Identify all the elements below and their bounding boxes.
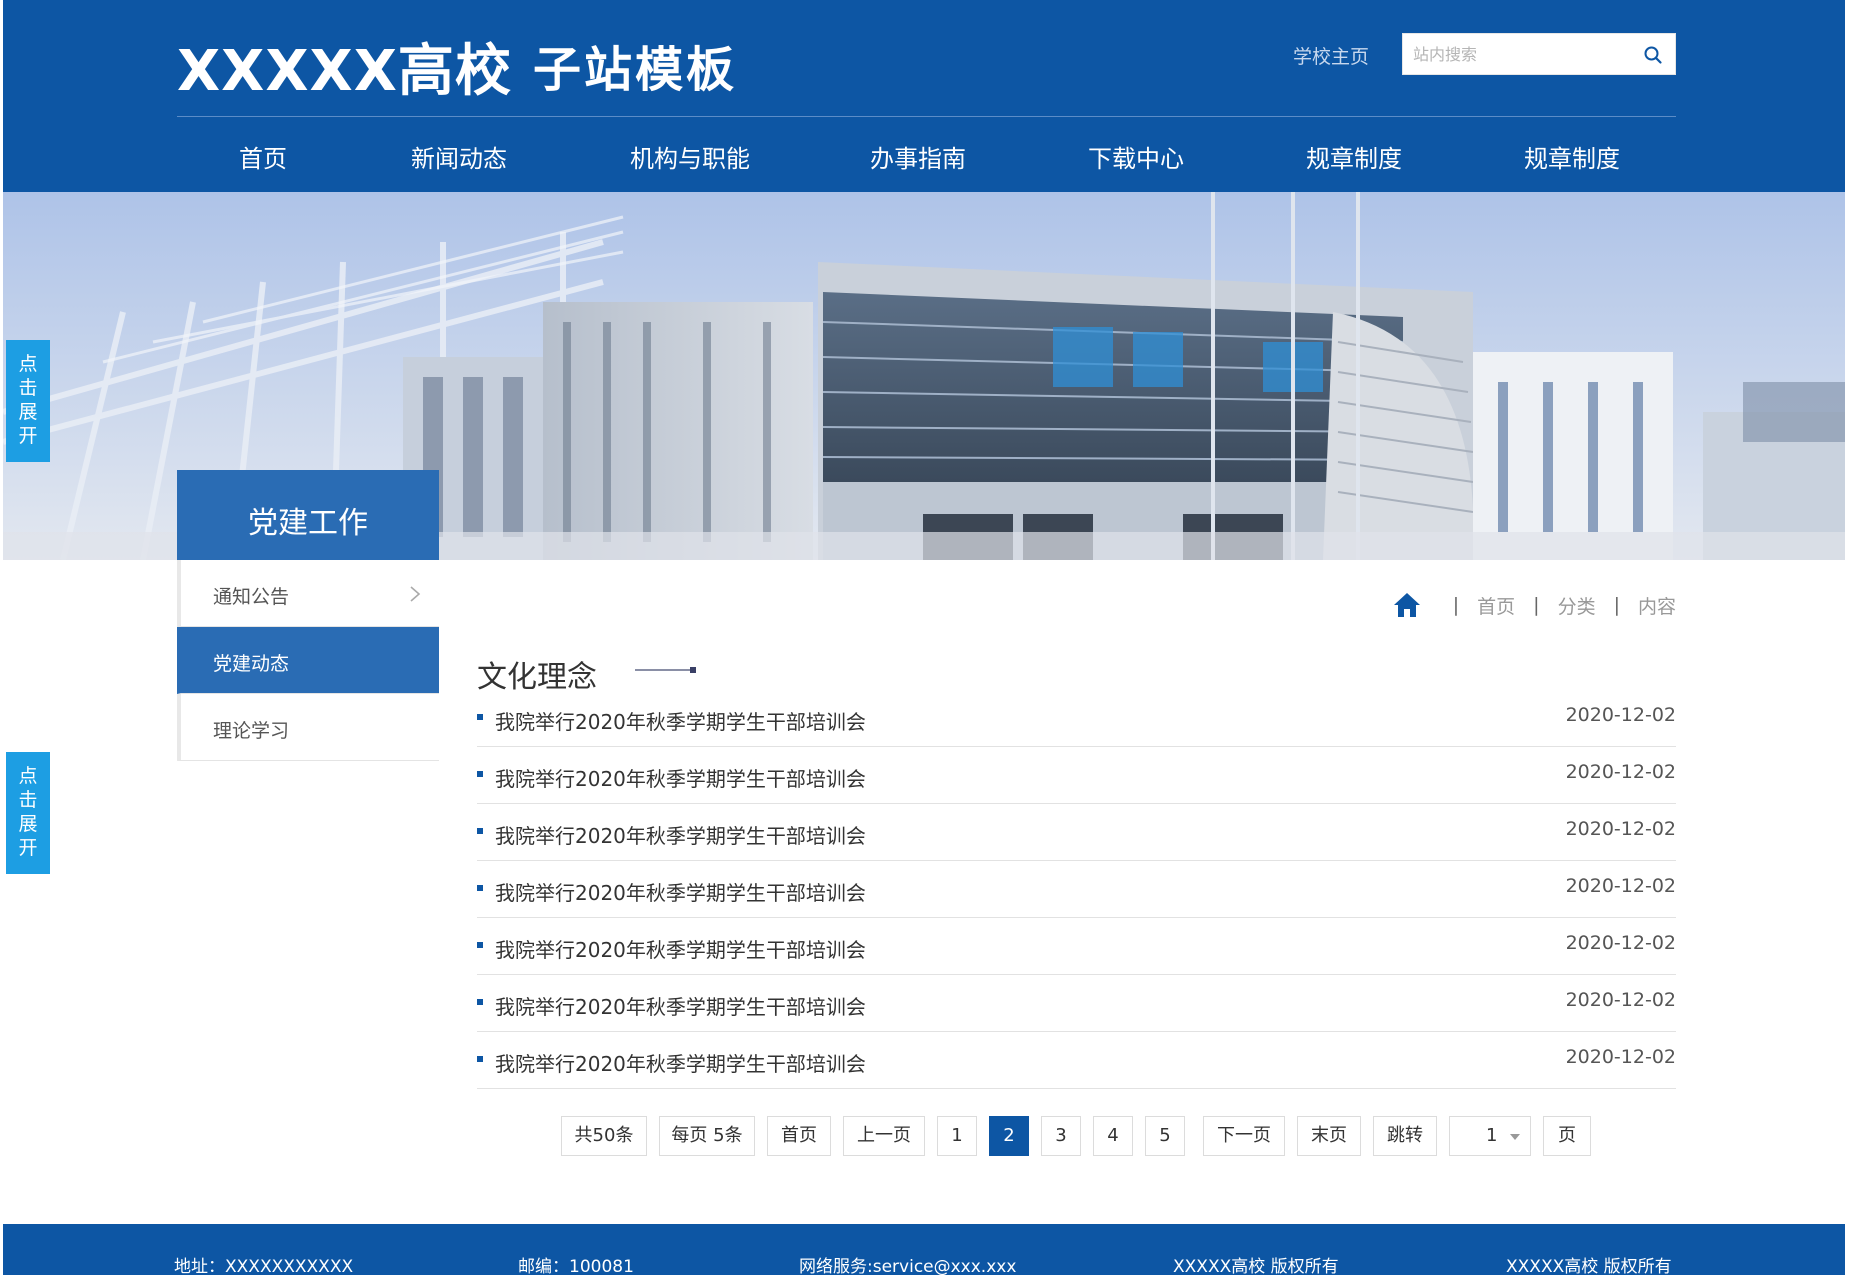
news-title[interactable]: 我院举行2020年秋季学期学生干部培训会 [495,934,866,963]
site-logo-subtitle: 子站模板 [533,42,738,98]
sidebar: 通知公告 党建动态 理论学习 [177,560,439,761]
news-date: 2020-12-02 [1565,704,1676,726]
sidebar-item-label: 通知公告 [213,586,290,608]
news-date: 2020-12-02 [1565,989,1676,1011]
footer-copyright: XXXXX高校 版权所有 [1173,1257,1339,1275]
breadcrumb-separator: | [1613,594,1620,616]
news-title[interactable]: 我院举行2020年秋季学期学生干部培训会 [495,820,866,849]
news-date: 2020-12-02 [1565,932,1676,954]
breadcrumb-home[interactable]: 首页 [1477,592,1515,619]
search-icon[interactable] [1643,45,1663,65]
pagination-page-4[interactable]: 4 [1093,1116,1133,1156]
page: XXXXX高校 子站模板 学校主页 首页 新闻动态 机构与职能 办事指南 下载中… [3,0,1845,1275]
site-logo[interactable]: XXXXX高校 [177,26,512,107]
pagination-select-value: 1 [1486,1125,1498,1146]
search-input[interactable] [1413,34,1633,74]
chevron-right-icon [410,586,421,602]
pagination-page-2[interactable]: 2 [989,1116,1029,1156]
pagination-page-suffix: 页 [1543,1116,1591,1156]
list-bullet [477,942,483,948]
breadcrumb-content[interactable]: 内容 [1638,592,1676,619]
list-item[interactable]: 我院举行2020年秋季学期学生干部培训会 2020-12-02 [477,861,1676,918]
pagination-last-button[interactable]: 末页 [1297,1116,1361,1156]
section-title-tab: 党建工作 [177,470,439,560]
sidebar-item-notices[interactable]: 通知公告 [177,560,439,627]
sidebar-item-party-news[interactable]: 党建动态 [177,627,439,694]
list-bullet [477,714,483,720]
news-title[interactable]: 我院举行2020年秋季学期学生干部培训会 [495,877,866,906]
caret-down-icon [1510,1134,1520,1140]
footer-address: 地址：XXXXXXXXXXX [174,1257,354,1275]
list-bullet [477,771,483,777]
pagination-prev-button[interactable]: 上一页 [843,1116,925,1156]
footer-postcode: 邮编：100081 [518,1257,634,1275]
sidebar-item-label: 党建动态 [213,653,290,675]
pagination-first-button[interactable]: 首页 [767,1116,831,1156]
nav-item-news[interactable]: 新闻动态 [411,139,507,174]
list-bullet [477,1056,483,1062]
pagination-page-select[interactable]: 1 [1449,1116,1531,1156]
news-date: 2020-12-02 [1565,1046,1676,1068]
breadcrumb: | 首页 | 分类 | 内容 [1393,590,1676,620]
nav-item-home[interactable]: 首页 [239,139,287,174]
news-date: 2020-12-02 [1565,761,1676,783]
sidebar-item-theory[interactable]: 理论学习 [177,694,439,761]
nav-item-regulations[interactable]: 规章制度 [1306,139,1402,174]
news-title[interactable]: 我院举行2020年秋季学期学生干部培训会 [495,1048,866,1077]
pagination-jump-button[interactable]: 跳转 [1373,1116,1437,1156]
nav-item-guide[interactable]: 办事指南 [870,139,966,174]
list-bullet [477,828,483,834]
news-title[interactable]: 我院举行2020年秋季学期学生干部培训会 [495,763,866,792]
footer-copyright-2: XXXXX高校 版权所有 [1506,1257,1672,1275]
site-footer: 地址：XXXXXXXXXXX 邮编：100081 网络服务:service@xx… [3,1224,1845,1275]
title-decoration [635,667,696,673]
list-item[interactable]: 我院举行2020年秋季学期学生干部培训会 2020-12-02 [477,690,1676,747]
news-title[interactable]: 我院举行2020年秋季学期学生干部培训会 [495,991,866,1020]
breadcrumb-separator: | [1533,594,1540,616]
news-date: 2020-12-02 [1565,875,1676,897]
list-item[interactable]: 我院举行2020年秋季学期学生干部培训会 2020-12-02 [477,918,1676,975]
pagination-page-1[interactable]: 1 [937,1116,977,1156]
nav-item-regulations-2[interactable]: 规章制度 [1524,139,1620,174]
list-item[interactable]: 我院举行2020年秋季学期学生干部培训会 2020-12-02 [477,975,1676,1032]
breadcrumb-category[interactable]: 分类 [1558,592,1596,619]
search-box [1402,33,1676,75]
list-bullet [477,885,483,891]
home-icon[interactable] [1393,592,1421,618]
list-bullet [477,999,483,1005]
pagination-total: 共50条 [561,1116,647,1156]
sidebar-item-label: 理论学习 [213,720,290,742]
list-item[interactable]: 我院举行2020年秋季学期学生干部培训会 2020-12-02 [477,1032,1676,1089]
list-item[interactable]: 我院举行2020年秋季学期学生干部培训会 2020-12-02 [477,747,1676,804]
news-list: 我院举行2020年秋季学期学生干部培训会 2020-12-02 我院举行2020… [477,690,1676,1089]
news-title[interactable]: 我院举行2020年秋季学期学生干部培训会 [495,706,866,735]
main-nav: 首页 新闻动态 机构与职能 办事指南 下载中心 规章制度 规章制度 [177,117,1676,192]
pagination-page-3[interactable]: 3 [1041,1116,1081,1156]
list-item[interactable]: 我院举行2020年秋季学期学生干部培训会 2020-12-02 [477,804,1676,861]
site-header: XXXXX高校 子站模板 学校主页 首页 新闻动态 机构与职能 办事指南 下载中… [3,0,1845,192]
section-title: 党建工作 [248,506,368,541]
footer-service[interactable]: 网络服务:service@xxx.xxx [799,1252,1016,1275]
pagination-page-5[interactable]: 5 [1145,1116,1185,1156]
news-date: 2020-12-02 [1565,818,1676,840]
pagination-next-button[interactable]: 下一页 [1203,1116,1285,1156]
expand-button-top[interactable]: 点 击 展 开 [6,340,50,462]
pagination-per-page[interactable]: 每页 5条 [659,1116,755,1156]
school-home-link[interactable]: 学校主页 [1293,42,1369,69]
breadcrumb-separator: | [1452,594,1460,616]
nav-item-organization[interactable]: 机构与职能 [630,139,750,174]
expand-button-bottom[interactable]: 点 击 展 开 [6,752,50,874]
nav-item-downloads[interactable]: 下载中心 [1088,139,1184,174]
